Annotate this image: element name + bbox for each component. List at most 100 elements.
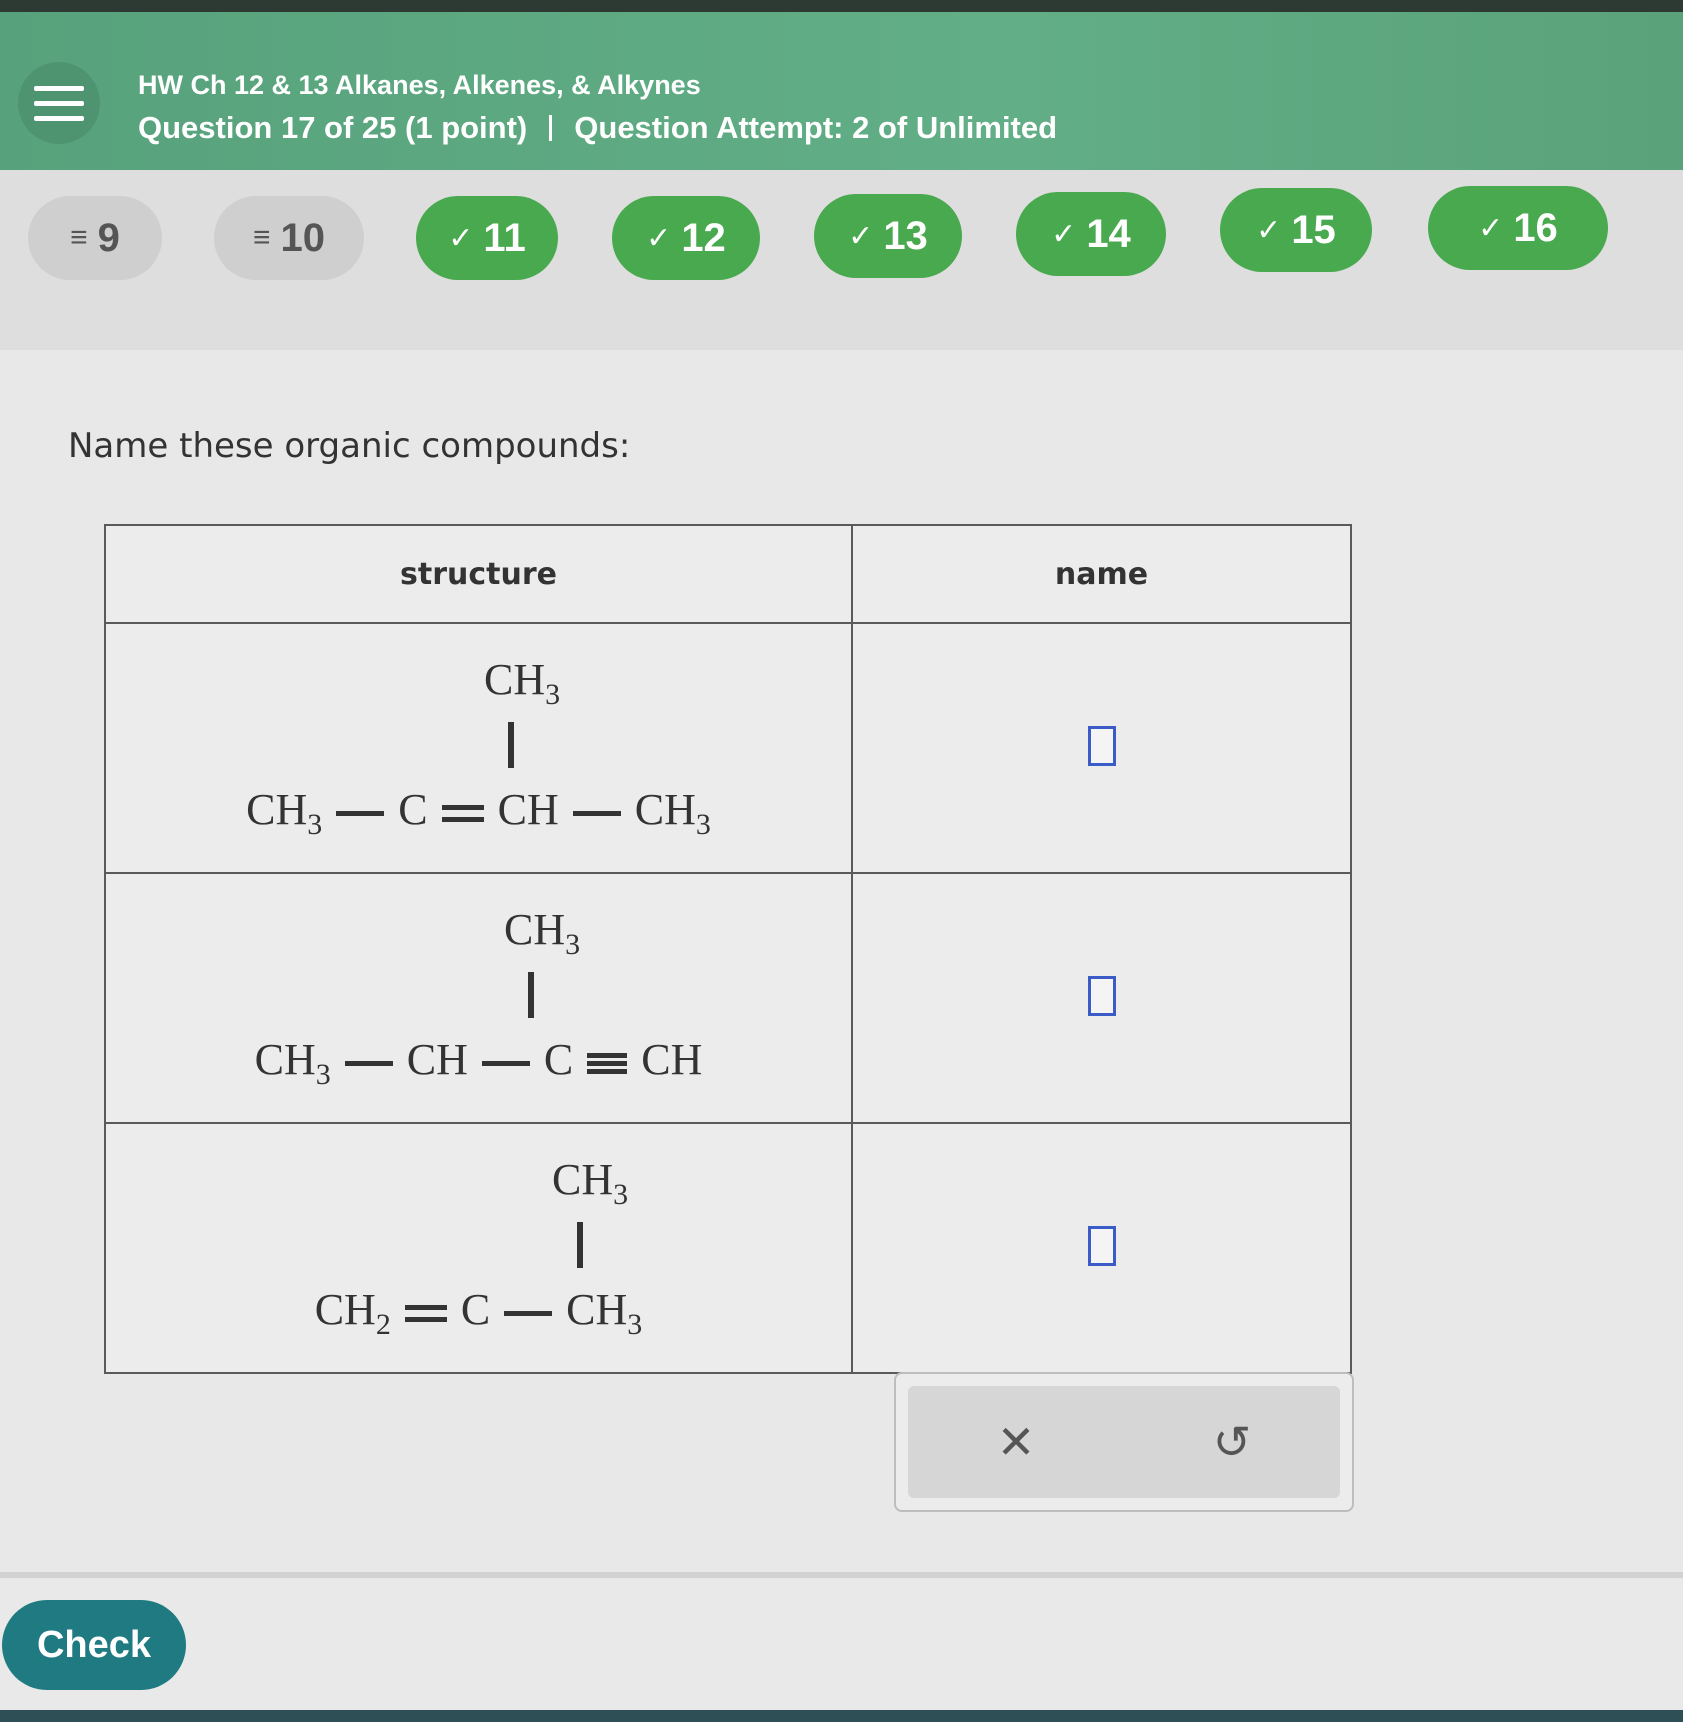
chain-group: C xyxy=(544,1035,573,1084)
window-bottom-edge xyxy=(0,1710,1683,1722)
vertical-bond xyxy=(577,1222,583,1268)
branch-subscript: 3 xyxy=(545,677,561,711)
window-top-edge xyxy=(0,0,1683,12)
single-bond xyxy=(481,1061,530,1067)
question-pill-13[interactable]: ✓ 13 xyxy=(814,194,962,278)
chain-group: C xyxy=(398,785,427,834)
attempt-info: Question Attempt: 2 of Unlimited xyxy=(574,110,1058,145)
chain-atom: C xyxy=(543,1035,574,1084)
chain-atom: CH xyxy=(641,1035,703,1084)
list-icon: ≡ xyxy=(252,221,271,254)
structural-formula: CH3 CH3 CH C CH xyxy=(106,874,851,1122)
check-icon: ✓ xyxy=(1051,217,1077,251)
assignment-title: HW Ch 12 & 13 Alkanes, Alkenes, & Alkyne… xyxy=(138,70,701,100)
chain-atom: CH xyxy=(254,1035,316,1084)
question-number: 9 xyxy=(97,215,120,260)
question-pill-16[interactable]: ✓ 16 xyxy=(1428,186,1608,270)
main-chain: CH3 CH C CH xyxy=(106,1034,851,1092)
chain-group: CH xyxy=(641,1035,702,1084)
chain-atom: CH xyxy=(634,785,696,834)
branch-group: CH3 xyxy=(484,654,560,712)
question-pill-14[interactable]: ✓ 14 xyxy=(1016,192,1166,276)
answer-tools: ✕ ↺ xyxy=(894,1372,1354,1512)
tools-bar: ✕ ↺ xyxy=(908,1386,1340,1498)
chain-atom: CH xyxy=(246,785,308,834)
chain-group: CH3 xyxy=(246,785,322,841)
name-cell xyxy=(851,622,1352,874)
name-header: name xyxy=(851,524,1352,624)
double-bond xyxy=(441,805,484,823)
structural-formula: CH3 CH2 C CH3 xyxy=(106,1124,851,1372)
branch-atom: CH xyxy=(484,655,546,704)
name-input[interactable] xyxy=(1087,1225,1116,1266)
question-status: Question 17 of 25 (1 point) Question Att… xyxy=(138,110,1057,146)
divider xyxy=(549,115,553,141)
menu-icon[interactable] xyxy=(18,62,100,144)
branch-subscript: 3 xyxy=(613,1177,629,1211)
name-cell xyxy=(851,1122,1352,1374)
chain-subscript: 3 xyxy=(315,1057,331,1091)
question-number: 10 xyxy=(280,215,326,260)
question-number: 12 xyxy=(681,215,726,260)
question-pill-15[interactable]: ✓ 15 xyxy=(1220,188,1372,272)
chain-group: CH3 xyxy=(634,785,711,841)
main-chain: CH3 C CH CH3 xyxy=(106,784,851,842)
table-row: CH3 CH2 C CH3 xyxy=(104,1122,1352,1374)
structure-cell: CH3 CH3 CH C CH xyxy=(104,872,853,1124)
close-icon[interactable]: ✕ xyxy=(976,1415,1056,1469)
structure-cell: CH3 CH2 C CH3 xyxy=(104,1122,853,1374)
single-bond xyxy=(344,1061,393,1067)
chain-group: CH2 xyxy=(314,1285,391,1341)
check-button[interactable]: Check xyxy=(2,1600,186,1690)
chain-subscript: 3 xyxy=(695,807,711,841)
vertical-bond xyxy=(528,972,534,1018)
question-number: 11 xyxy=(483,215,526,260)
table-row: CH3 CH3 CH C CH xyxy=(104,872,1352,1124)
double-bond xyxy=(404,1305,447,1323)
single-bond xyxy=(504,1311,553,1317)
chain-group: CH3 xyxy=(566,1285,642,1341)
check-icon: ✓ xyxy=(646,221,672,255)
question-pill-11[interactable]: ✓ 11 xyxy=(416,196,558,280)
vertical-bond xyxy=(508,722,514,768)
branch-atom: CH xyxy=(504,905,566,954)
question-pill-10[interactable]: ≡ 10 xyxy=(214,196,364,280)
question-pill-9[interactable]: ≡ 9 xyxy=(28,196,162,280)
name-input[interactable] xyxy=(1087,725,1116,766)
question-number: 15 xyxy=(1291,207,1336,252)
triple-bond xyxy=(587,1053,628,1075)
question-pill-12[interactable]: ✓ 12 xyxy=(612,196,760,280)
chain-subscript: 3 xyxy=(307,807,323,841)
question-number: 14 xyxy=(1086,211,1131,256)
branch-group: CH3 xyxy=(504,904,580,962)
table-row: CH3 CH3 C CH CH3 xyxy=(104,622,1352,874)
question-info: Question 17 of 25 (1 point) xyxy=(138,110,528,145)
question-navigator: ≡ 9 ≡ 10 ✓ 11 ✓ 12 ✓ 13 ✓ 14 ✓ 15 ✓ 16 xyxy=(0,170,1683,350)
name-input[interactable] xyxy=(1087,975,1116,1016)
chain-atom: CH xyxy=(497,785,559,834)
chain-subscript: 2 xyxy=(375,1307,391,1341)
chain-atom: CH xyxy=(566,1285,628,1334)
check-icon: ✓ xyxy=(1478,211,1504,245)
chain-atom: C xyxy=(398,785,428,834)
chain-subscript: 3 xyxy=(627,1307,643,1341)
main-chain: CH2 C CH3 xyxy=(106,1284,851,1342)
chain-group: CH xyxy=(407,1035,468,1084)
question-prompt: Name these organic compounds: xyxy=(68,426,631,466)
compounds-table: structure name CH3 CH3 C CH CH3 CH3 CH3 CH C CH CH… xyxy=(104,524,1352,1374)
chain-group: C xyxy=(461,1285,490,1334)
single-bond xyxy=(572,811,621,817)
branch-atom: CH xyxy=(552,1155,614,1204)
undo-icon[interactable]: ↺ xyxy=(1192,1415,1272,1469)
single-bond xyxy=(336,811,385,817)
branch-group: CH3 xyxy=(552,1154,628,1212)
structural-formula: CH3 CH3 C CH CH3 xyxy=(106,624,851,872)
chain-group: CH3 xyxy=(254,1035,331,1091)
chain-atom: CH xyxy=(314,1285,376,1334)
chain-group: CH xyxy=(498,785,559,834)
check-icon: ✓ xyxy=(1256,213,1282,247)
structure-cell: CH3 CH3 C CH CH3 xyxy=(104,622,853,874)
name-cell xyxy=(851,872,1352,1124)
structure-header: structure xyxy=(104,524,853,624)
chain-atom: C xyxy=(460,1285,491,1334)
